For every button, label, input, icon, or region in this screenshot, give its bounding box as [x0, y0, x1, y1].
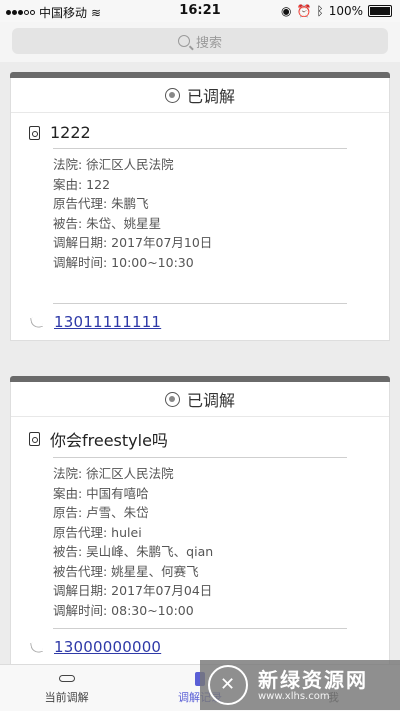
card-status: 已调解 — [11, 78, 389, 113]
card-body: 已调解 1222 法院: 徐汇区人民法院 案由: 122 原告代理: 朱鹏飞 被… — [10, 78, 390, 341]
field-plaintiff-agent: 原告代理: hulei — [53, 524, 142, 540]
field-defendant: 被告: 吴山峰、朱鹏飞、qian — [53, 544, 214, 559]
status-right: ◉ ⏰ ᛒ 100% — [281, 4, 392, 18]
card-notch-left — [0, 456, 6, 468]
watermark-title: 新绿资源网 — [258, 667, 368, 692]
search-input[interactable]: 搜索 — [12, 28, 388, 54]
card-notch-right — [394, 214, 400, 226]
status-bar: 中国移动 ≋ 16:21 ◉ ⏰ ᛒ 100% — [0, 0, 400, 22]
tab-label: 当前调解 — [44, 690, 89, 704]
card-title: 1222 — [11, 113, 389, 148]
handshake-icon — [58, 672, 75, 686]
field-date: 调解日期: 2017年07月10日 — [53, 235, 213, 250]
watermark-logo-icon — [208, 665, 248, 705]
location-icon: ◉ — [281, 4, 292, 18]
field-court: 法院: 徐汇区人民法院 — [53, 157, 174, 172]
search-area: 搜索 — [0, 22, 400, 62]
field-time: 调解时间: 10:00~10:30 — [53, 254, 194, 270]
doc-icon — [29, 432, 40, 446]
field-court: 法院: 徐汇区人民法院 — [53, 466, 174, 481]
battery-icon — [368, 5, 392, 17]
alarm-icon: ⏰ — [296, 4, 312, 18]
phone-row: 13011111111 — [11, 304, 389, 340]
record-card[interactable]: 已调解 1222 法院: 徐汇区人民法院 案由: 122 原告代理: 朱鹏飞 被… — [0, 72, 400, 341]
card-body: 已调解 你会freestyle吗 法院: 徐汇区人民法院 案由: 中国有嘻哈 原… — [10, 382, 390, 666]
card-status: 已调解 — [11, 382, 389, 417]
phone-link[interactable]: 13000000000 — [54, 638, 161, 656]
phone-icon — [30, 315, 43, 329]
bluetooth-icon: ᛒ — [316, 4, 324, 18]
field-cause: 案由: 122 — [53, 176, 111, 192]
watermark-url: www.xlhs.com — [258, 690, 330, 702]
field-cause: 案由: 中国有嘻哈 — [53, 485, 149, 501]
tab-current-mediation[interactable]: 当前调解 — [0, 665, 133, 711]
status-icon — [164, 391, 180, 407]
field-plaintiff-agent: 原告代理: 朱鹏飞 — [53, 196, 149, 211]
status-label: 已调解 — [186, 391, 235, 410]
case-fields: 法院: 徐汇区人民法院 案由: 中国有嘻哈 原告: 卢雪、朱岱 原告代理: hu… — [11, 458, 389, 628]
doc-icon — [29, 125, 40, 140]
phone-link[interactable]: 13011111111 — [54, 313, 161, 331]
field-defendant: 被告: 朱岱、姚星星 — [53, 215, 162, 231]
phone-icon — [30, 640, 43, 654]
card-notch-left — [0, 214, 6, 226]
case-title: 你会freestyle吗 — [50, 431, 168, 450]
case-title: 1222 — [50, 123, 91, 142]
status-icon — [164, 87, 180, 103]
search-placeholder: 搜索 — [195, 35, 222, 51]
search-icon — [177, 35, 190, 47]
watermark: 新绿资源网 www.xlhs.com — [200, 660, 400, 710]
card-title: 你会freestyle吗 — [11, 417, 389, 457]
status-label: 已调解 — [186, 87, 235, 106]
field-date: 调解日期: 2017年07月04日 — [53, 583, 213, 598]
case-fields: 法院: 徐汇区人民法院 案由: 122 原告代理: 朱鹏飞 被告: 朱岱、姚星星… — [11, 149, 389, 303]
field-defendant-agent: 被告代理: 姚星星、何赛飞 — [53, 563, 199, 579]
field-plaintiff: 原告: 卢雪、朱岱 — [53, 505, 149, 520]
watermark-text: 新绿资源网 www.xlhs.com — [258, 669, 368, 702]
field-time: 调解时间: 08:30~10:00 — [53, 602, 194, 618]
card-notch-right — [394, 456, 400, 468]
record-card[interactable]: 已调解 你会freestyle吗 法院: 徐汇区人民法院 案由: 中国有嘻哈 原… — [0, 376, 400, 666]
battery-percent: 100% — [328, 4, 363, 18]
